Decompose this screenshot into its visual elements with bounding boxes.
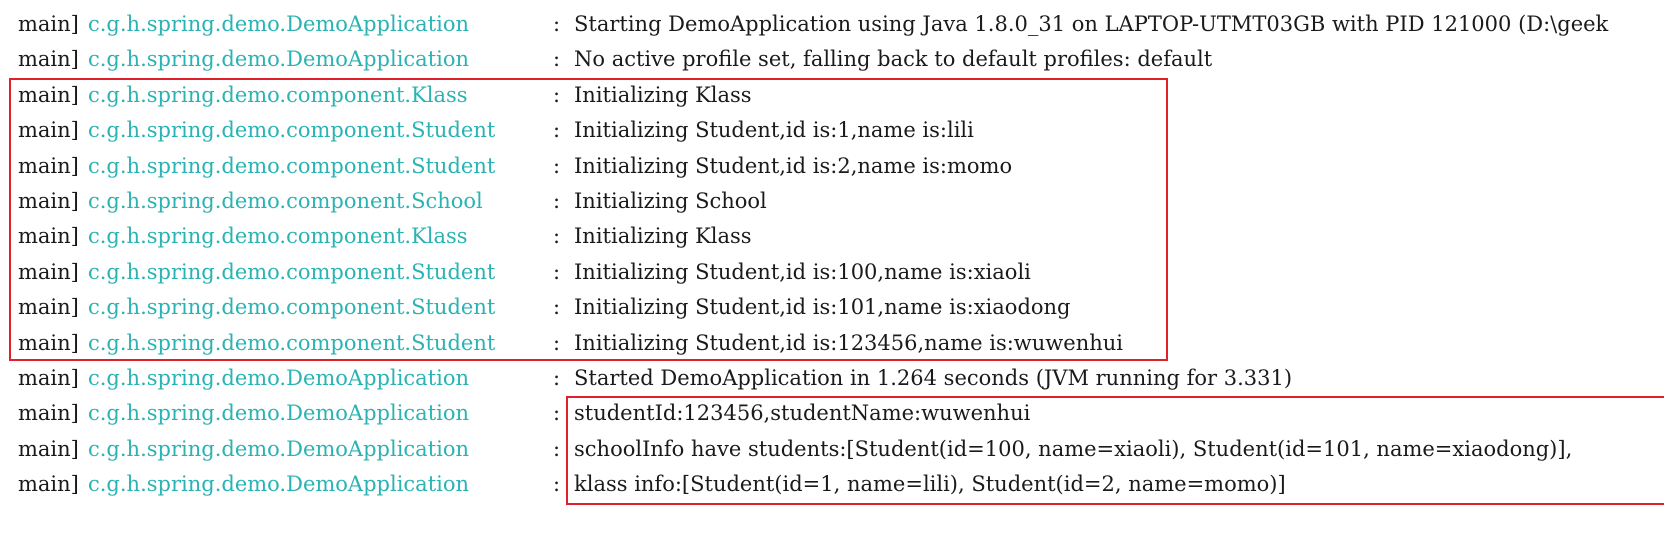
log-separator: : [553, 82, 561, 107]
log-thread: main] [18, 330, 79, 355]
log-message: Initializing Student,id is:123456,name i… [574, 330, 1123, 355]
log-separator: : [553, 401, 561, 426]
log-thread: main] [18, 12, 79, 36]
log-logger: c.g.h.spring.demo.DemoApplication [88, 401, 470, 426]
log-separator: : [553, 259, 561, 284]
log-thread: main] [18, 82, 79, 107]
log-logger: c.g.h.spring.demo.component.Student [88, 118, 496, 143]
log-message: Initializing Student,id is:101,name is:x… [574, 295, 1071, 320]
log-separator: : [553, 365, 561, 390]
log-line: main] c.g.h.spring.demo.component.Klass … [0, 78, 1664, 113]
log-separator: : [553, 12, 561, 36]
log-message: studentId:123456,studentName:wuwenhui [574, 401, 1031, 426]
log-separator: : [553, 330, 561, 355]
log-thread: main] [18, 436, 79, 461]
log-separator: : [553, 295, 561, 320]
log-logger: c.g.h.spring.demo.component.School [88, 188, 483, 213]
log-line: main] c.g.h.spring.demo.component.Studen… [0, 149, 1664, 184]
log-logger: c.g.h.spring.demo.component.Klass [88, 82, 468, 107]
log-separator: : [553, 472, 561, 497]
log-message: Initializing Student,id is:100,name is:x… [574, 259, 1031, 284]
log-message: Initializing School [574, 188, 767, 213]
log-thread: main] [18, 153, 79, 178]
log-separator: : [553, 118, 561, 143]
log-logger: c.g.h.spring.demo.DemoApplication [88, 365, 470, 390]
log-logger: c.g.h.spring.demo.component.Student [88, 259, 496, 284]
log-message: Initializing Klass [574, 224, 752, 249]
log-logger: c.g.h.spring.demo.component.Student [88, 330, 496, 355]
log-line: main] c.g.h.spring.demo.DemoApplication … [0, 396, 1664, 431]
log-message: Started DemoApplication in 1.264 seconds… [574, 365, 1293, 390]
log-logger: c.g.h.spring.demo.component.Student [88, 153, 496, 178]
log-logger: c.g.h.spring.demo.DemoApplication [88, 436, 470, 461]
log-line: main] c.g.h.spring.demo.component.Studen… [0, 113, 1664, 148]
log-separator: : [553, 224, 561, 249]
log-thread: main] [18, 188, 79, 213]
log-line: main] c.g.h.spring.demo.component.Studen… [0, 255, 1664, 290]
log-line: main] c.g.h.spring.demo.component.School… [0, 184, 1664, 219]
log-thread: main] [18, 472, 79, 497]
log-logger: c.g.h.spring.demo.DemoApplication [88, 472, 470, 497]
log-line: main] c.g.h.spring.demo.component.Studen… [0, 290, 1664, 325]
log-line: main] c.g.h.spring.demo.component.Klass … [0, 219, 1664, 254]
log-logger: c.g.h.spring.demo.DemoApplication [88, 47, 470, 72]
log-thread: main] [18, 401, 79, 426]
log-thread: main] [18, 365, 79, 390]
log-message: schoolInfo have students:[Student(id=100… [574, 436, 1573, 461]
log-separator: : [553, 47, 561, 72]
log-thread: main] [18, 259, 79, 284]
log-logger: c.g.h.spring.demo.component.Klass [88, 224, 468, 249]
log-separator: : [553, 153, 561, 178]
log-line: main] c.g.h.spring.demo.DemoApplication … [0, 42, 1664, 77]
log-line: main] c.g.h.spring.demo.DemoApplication … [0, 432, 1664, 467]
log-line: main] c.g.h.spring.demo.component.Studen… [0, 326, 1664, 361]
log-message: Starting DemoApplication using Java 1.8.… [574, 12, 1609, 36]
log-line: main] c.g.h.spring.demo.DemoApplication … [0, 361, 1664, 396]
log-message: Initializing Student,id is:2,name is:mom… [574, 153, 1013, 178]
log-separator: : [553, 188, 561, 213]
log-separator: : [553, 436, 561, 461]
log-message: Initializing Student,id is:1,name is:lil… [574, 118, 974, 143]
log-line: main] c.g.h.spring.demo.DemoApplication … [0, 7, 1664, 42]
log-line: main] c.g.h.spring.demo.DemoApplication … [0, 467, 1664, 502]
log-logger: c.g.h.spring.demo.component.Student [88, 295, 496, 320]
log-message: Initializing Klass [574, 82, 752, 107]
log-thread: main] [18, 47, 79, 72]
log-logger: c.g.h.spring.demo.DemoApplication [88, 12, 470, 36]
log-thread: main] [18, 118, 79, 143]
log-thread: main] [18, 224, 79, 249]
log-thread: main] [18, 295, 79, 320]
console-output[interactable]: main] c.g.h.spring.demo.DemoApplication … [0, 7, 1664, 502]
log-message: klass info:[Student(id=1, name=lili), St… [574, 472, 1286, 497]
log-message: No active profile set, falling back to d… [574, 47, 1213, 72]
